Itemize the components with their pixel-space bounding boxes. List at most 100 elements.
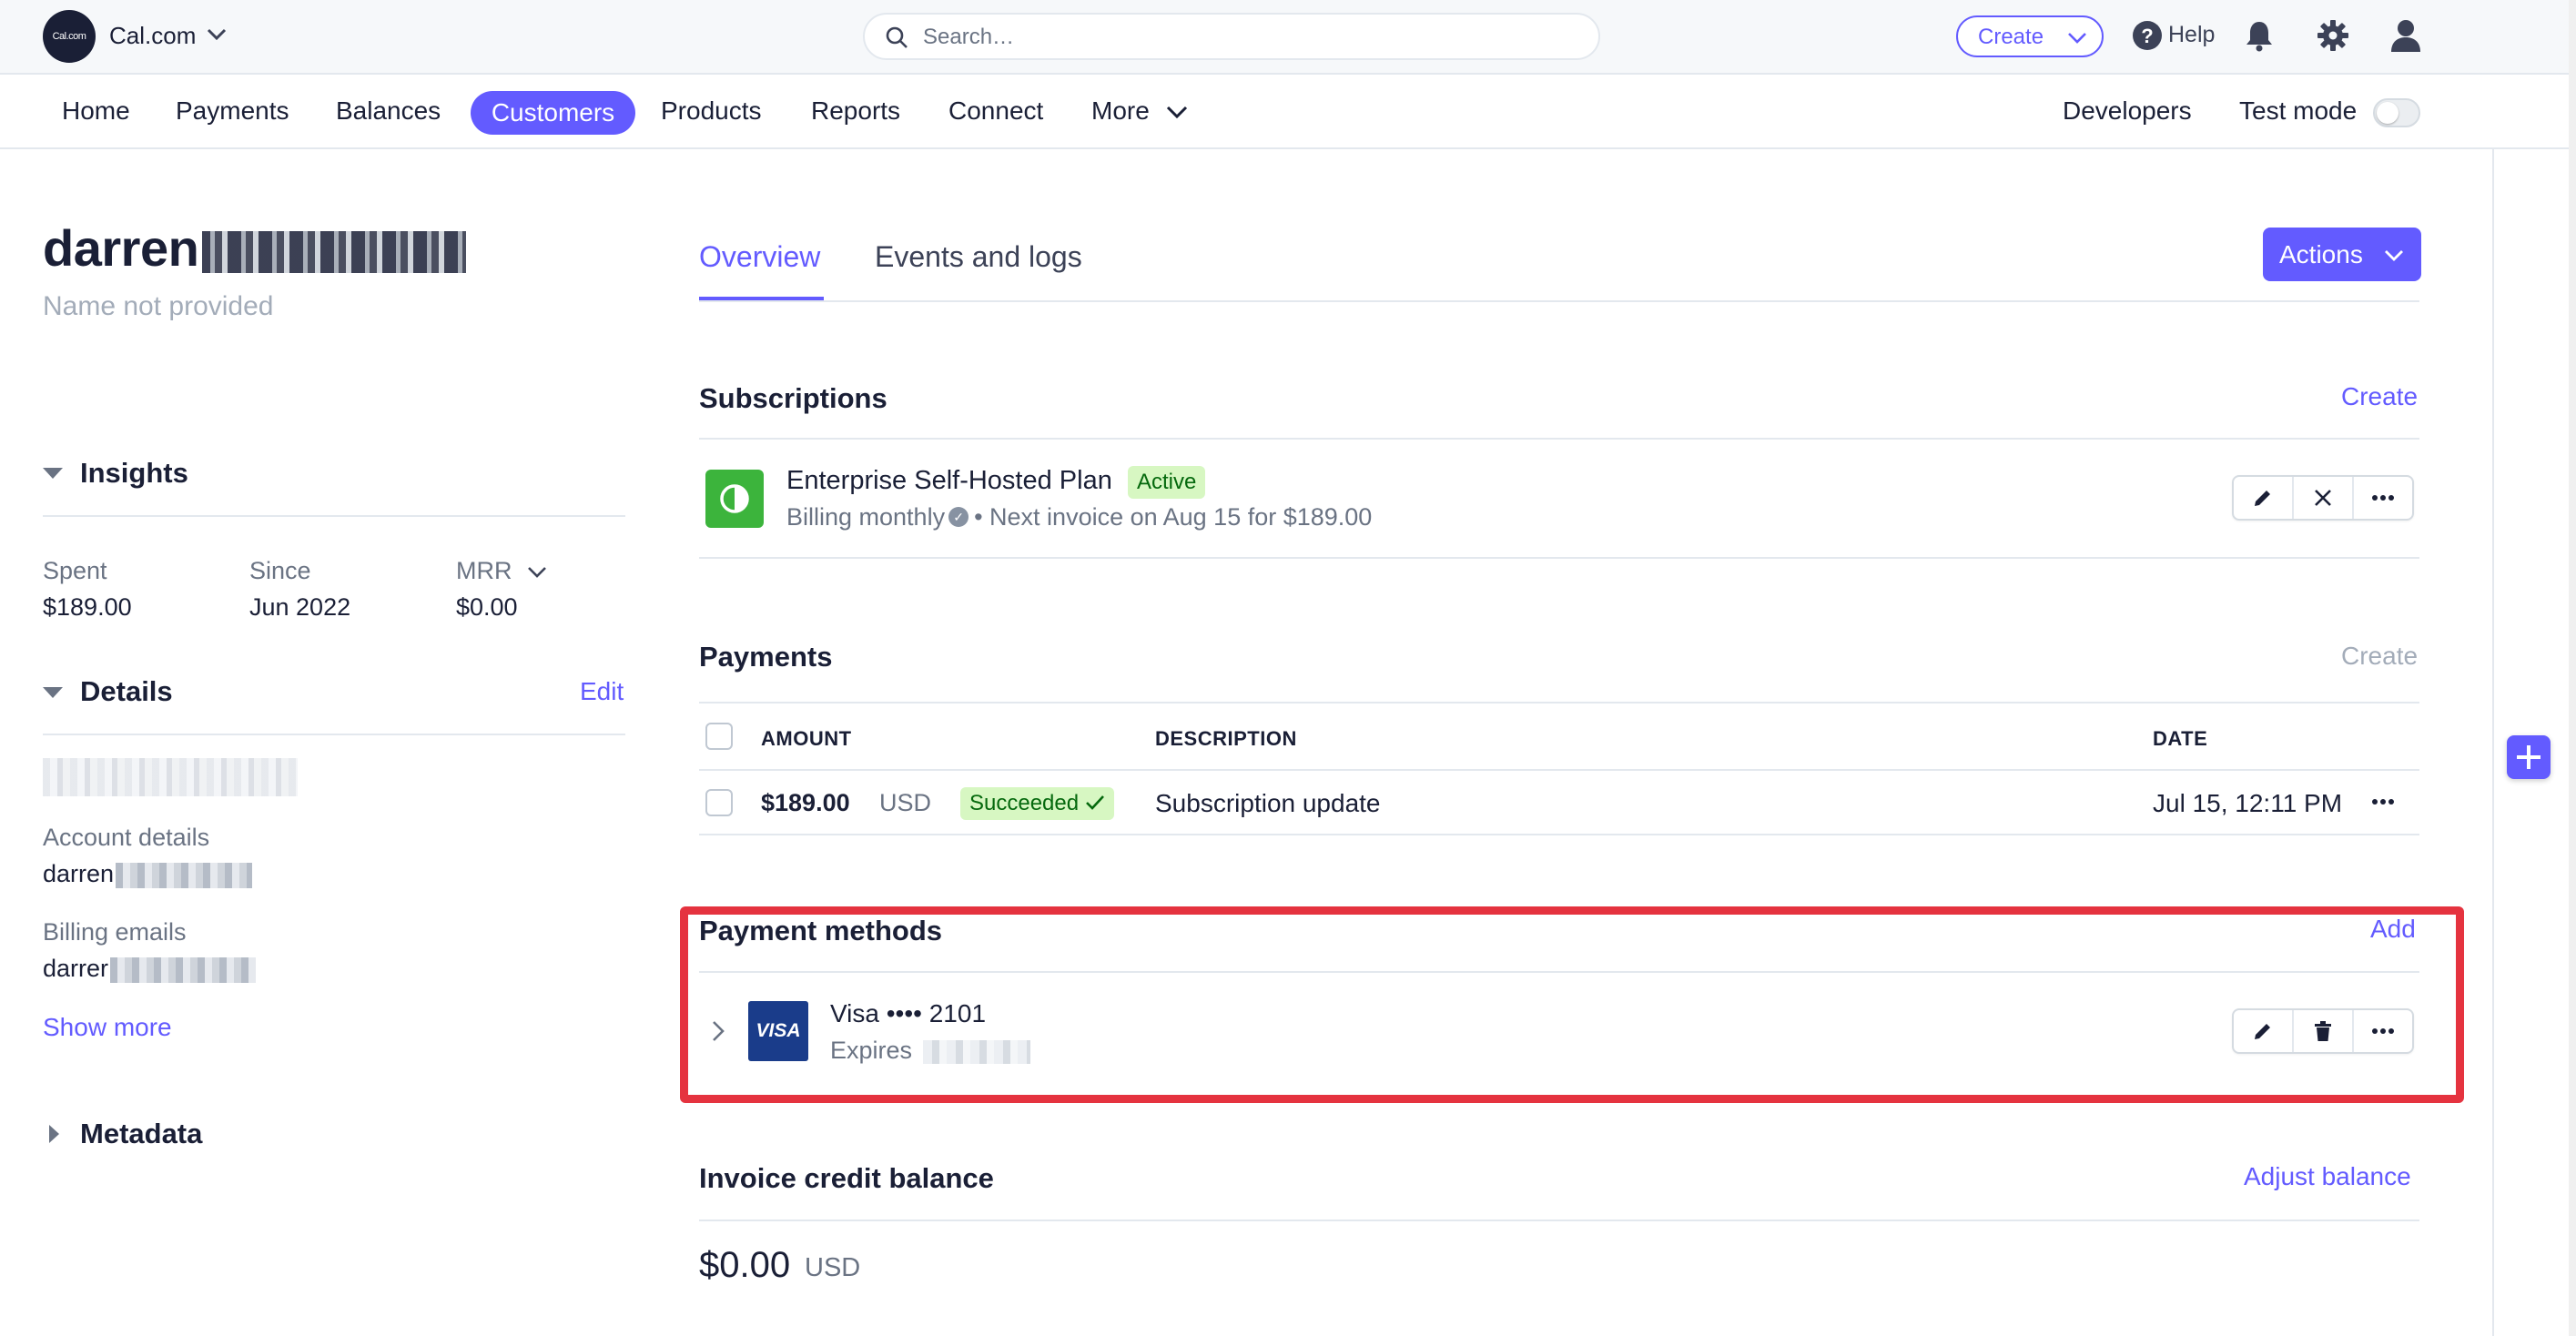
status-badge: Succeeded xyxy=(960,787,1114,820)
payment-currency: USD xyxy=(879,789,932,816)
help-icon[interactable]: ? xyxy=(2132,20,2163,51)
nav-item-balances[interactable]: Balances xyxy=(336,96,441,126)
actions-button[interactable]: Actions xyxy=(2263,228,2421,281)
nav-item-payments[interactable]: Payments xyxy=(176,96,289,126)
redacted-text xyxy=(116,862,253,888)
payment-method-actions xyxy=(2232,1008,2414,1054)
expires-label: Expires xyxy=(830,1037,913,1064)
details-heading[interactable]: Details xyxy=(80,675,173,708)
pencil-icon xyxy=(2255,1024,2270,1039)
adjust-balance-link[interactable]: Adjust balance xyxy=(2244,1162,2411,1191)
close-icon xyxy=(2315,490,2331,506)
subscriptions-heading: Subscriptions xyxy=(699,382,887,414)
tab-overview[interactable]: Overview xyxy=(699,240,820,274)
subscription-icon xyxy=(705,470,764,528)
insights-heading[interactable]: Insights xyxy=(80,457,188,490)
add-payment-method-link[interactable]: Add xyxy=(2370,915,2416,944)
nav-item-home[interactable]: Home xyxy=(62,96,130,126)
top-bar: Cal.com Cal.com Search… Create ? Help xyxy=(0,0,2576,75)
tab-events-and-logs[interactable]: Events and logs xyxy=(875,240,1082,274)
chevron-down-icon[interactable] xyxy=(1165,104,1189,122)
divider xyxy=(699,971,2419,973)
divider xyxy=(699,438,2419,440)
divider xyxy=(699,769,2419,771)
payment-create-link[interactable]: Create xyxy=(2341,642,2418,671)
test-mode-toggle[interactable] xyxy=(2373,98,2420,127)
more-button[interactable] xyxy=(2354,477,2412,519)
account-details-value: darren xyxy=(43,860,253,888)
chevron-right-icon[interactable] xyxy=(710,1019,726,1043)
subscription-billing: Billing monthly ✓ • Next invoice on Aug 15… xyxy=(786,503,1372,531)
subscription-actions xyxy=(2232,475,2414,521)
metadata-heading[interactable]: Metadata xyxy=(80,1118,202,1150)
cancel-button[interactable] xyxy=(2294,477,2354,519)
visa-card-icon: VISA xyxy=(748,1001,808,1061)
subscription-create-link[interactable]: Create xyxy=(2341,382,2418,411)
actions-button-label: Actions xyxy=(2279,240,2363,268)
divider xyxy=(699,300,2419,302)
payment-amount: $189.00 xyxy=(761,789,850,816)
nav-item-more[interactable]: More xyxy=(1091,96,1150,126)
nav-item-developers[interactable]: Developers xyxy=(2063,96,2192,126)
info-icon[interactable]: ✓ xyxy=(948,506,969,527)
redacted-text xyxy=(923,1039,1031,1064)
divider xyxy=(699,834,2419,835)
chevron-down-icon[interactable] xyxy=(526,564,548,581)
gear-icon[interactable] xyxy=(2317,19,2349,52)
show-more-link[interactable]: Show more xyxy=(43,1013,172,1042)
search-icon xyxy=(886,26,908,48)
card-label[interactable]: Visa •••• 2101 xyxy=(830,999,986,1028)
create-button-label: Create xyxy=(1978,25,2044,49)
billing-email: darrer xyxy=(43,955,109,982)
nav-item-reports[interactable]: Reports xyxy=(811,96,900,126)
bell-icon[interactable] xyxy=(2245,19,2274,52)
since-label: Since xyxy=(249,557,311,584)
plan-name[interactable]: Enterprise Self-Hosted Plan xyxy=(786,466,1112,496)
user-icon[interactable] xyxy=(2389,18,2422,53)
account-logo[interactable]: Cal.com xyxy=(43,10,96,63)
details-edit-link[interactable]: Edit xyxy=(580,677,624,706)
customer-email: darren xyxy=(43,218,467,278)
chevron-down-icon[interactable] xyxy=(206,25,228,44)
more-button[interactable] xyxy=(2354,1010,2412,1052)
create-button[interactable]: Create xyxy=(1956,15,2104,57)
more-icon xyxy=(2372,1028,2394,1034)
mrr-label[interactable]: MRR xyxy=(456,557,512,585)
collapse-caret-icon[interactable] xyxy=(43,687,63,698)
collapse-caret-icon[interactable] xyxy=(43,468,63,479)
pencil-icon xyxy=(2255,491,2270,506)
main-nav: Home Payments Balances Customers Product… xyxy=(0,75,2576,149)
payment-description: Subscription update xyxy=(1155,789,1381,817)
select-all-checkbox[interactable] xyxy=(705,723,733,750)
scrollbar[interactable] xyxy=(2569,0,2576,1336)
divider xyxy=(699,1220,2419,1221)
test-mode-label: Test mode xyxy=(2239,96,2358,125)
delete-button[interactable] xyxy=(2294,1010,2354,1052)
account-name[interactable]: Cal.com xyxy=(109,22,196,50)
column-header-description[interactable]: DESCRIPTION xyxy=(1155,727,1297,751)
edit-button[interactable] xyxy=(2234,477,2294,519)
account-details-email: darren xyxy=(43,860,115,887)
customer-name-note: Name not provided xyxy=(43,291,274,321)
edit-button[interactable] xyxy=(2234,1010,2294,1052)
card-expiry: Expires xyxy=(830,1037,1031,1065)
column-header-date[interactable]: DATE xyxy=(2153,727,2207,751)
divider xyxy=(43,734,625,735)
credit-balance-currency: USD xyxy=(805,1253,861,1282)
status-badge: Active xyxy=(1128,466,1206,499)
chevron-down-icon xyxy=(2385,250,2403,261)
row-checkbox[interactable] xyxy=(705,789,733,816)
help-link[interactable]: Help xyxy=(2168,22,2215,48)
divider xyxy=(43,515,625,517)
payment-methods-heading: Payment methods xyxy=(699,915,943,946)
nav-item-connect[interactable]: Connect xyxy=(948,96,1043,126)
add-icon[interactable] xyxy=(2507,735,2551,779)
search-input[interactable]: Search… xyxy=(863,13,1600,60)
nav-item-products[interactable]: Products xyxy=(661,96,762,126)
expand-caret-icon[interactable] xyxy=(49,1125,59,1143)
more-icon[interactable] xyxy=(2371,798,2395,805)
column-header-amount[interactable]: AMOUNT xyxy=(761,727,852,751)
invoice-credit-heading: Invoice credit balance xyxy=(699,1162,994,1194)
redacted-text xyxy=(110,956,257,983)
nav-item-customers[interactable]: Customers xyxy=(471,91,635,135)
